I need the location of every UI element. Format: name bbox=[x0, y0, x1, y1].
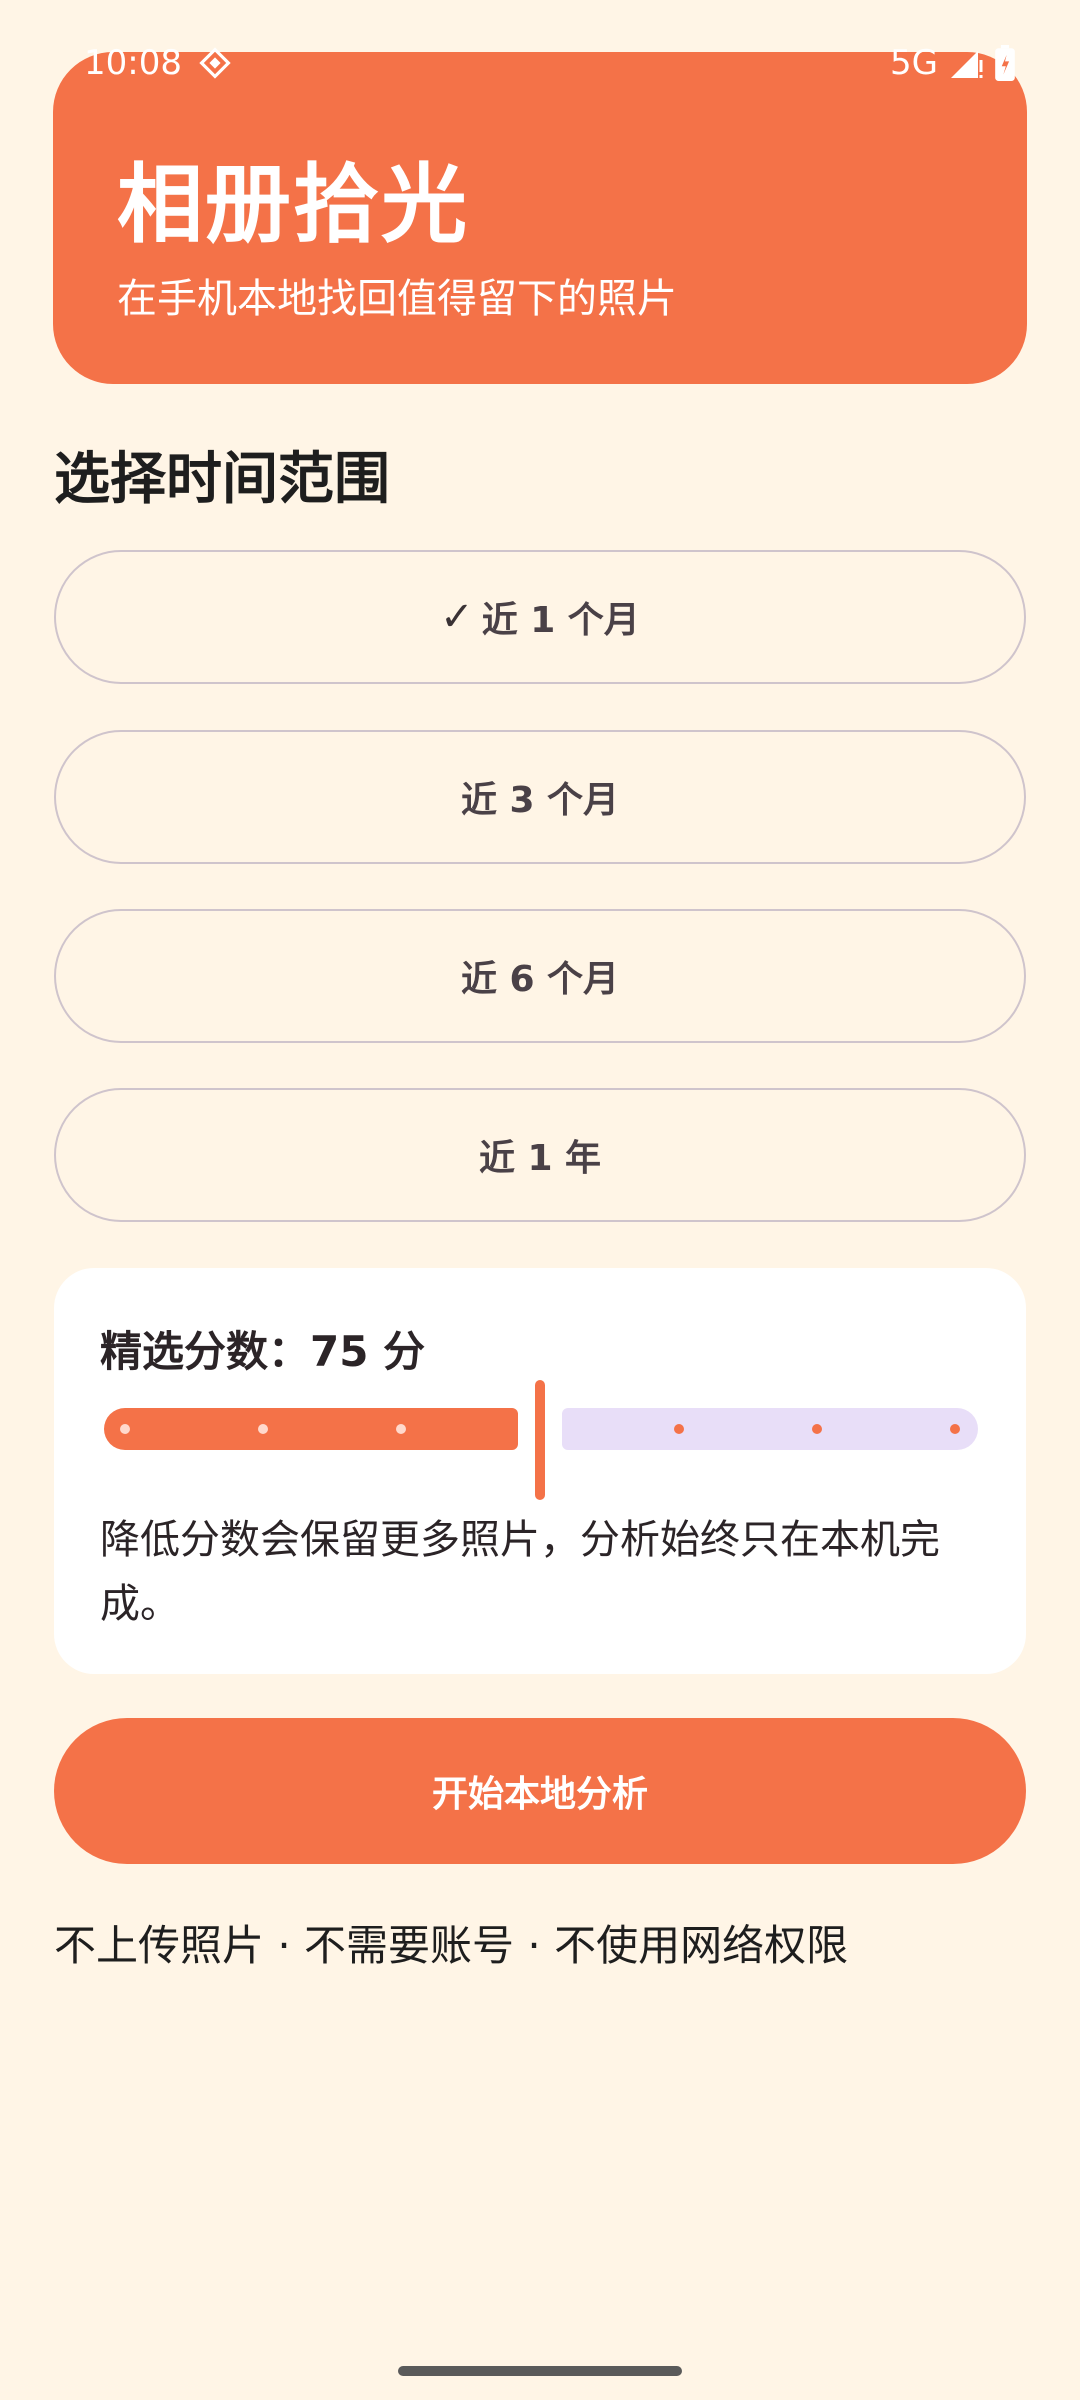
status-bar: 10:08 5G bbox=[84, 38, 1016, 88]
data-saver-icon bbox=[196, 44, 234, 82]
app-title: 相册拾光 bbox=[117, 155, 469, 255]
start-analysis-button[interactable]: 开始本地分析 bbox=[54, 1718, 1026, 1864]
range-option-1-year[interactable]: 近 1 年 bbox=[54, 1088, 1026, 1222]
header-card: 相册拾光 在手机本地找回值得留下的照片 bbox=[53, 52, 1027, 384]
score-card: 精选分数：75 分 降低分数会保留更多照片，分析始终只在本机完成。 bbox=[54, 1268, 1026, 1674]
range-section-title: 选择时间范围 bbox=[54, 447, 390, 512]
range-option-label: 近 1 个月 bbox=[481, 600, 640, 641]
score-description: 降低分数会保留更多照片，分析始终只在本机完成。 bbox=[100, 1517, 940, 1627]
slider-active-track bbox=[104, 1408, 518, 1450]
range-option-6-months[interactable]: 近 6 个月 bbox=[54, 909, 1026, 1043]
range-option-3-months[interactable]: 近 3 个月 bbox=[54, 730, 1026, 864]
slider-tick bbox=[674, 1424, 684, 1434]
slider-tick bbox=[812, 1424, 822, 1434]
app-subtitle: 在手机本地找回值得留下的照片 bbox=[117, 276, 677, 322]
range-option-label: 近 6 个月 bbox=[460, 959, 620, 1000]
slider-tick bbox=[396, 1424, 406, 1434]
home-indicator[interactable] bbox=[398, 2366, 682, 2376]
score-slider[interactable] bbox=[104, 1380, 978, 1500]
range-option-1-month[interactable]: ✓ 近 1 个月 bbox=[54, 550, 1026, 684]
privacy-note: 不上传照片 · 不需要账号 · 不使用网络权限 bbox=[54, 1921, 849, 1970]
range-option-label: 近 1 年 bbox=[478, 1138, 602, 1179]
signal-icon bbox=[948, 45, 984, 81]
slider-inactive-track bbox=[562, 1408, 978, 1450]
range-option-label: 近 3 个月 bbox=[460, 780, 620, 821]
slider-tick bbox=[950, 1424, 960, 1434]
battery-icon bbox=[994, 45, 1016, 81]
network-type: 5G bbox=[890, 43, 938, 83]
app-screen: 10:08 5G 相册拾光 在手机本地找回值得留下的照片 选择时间范围 ✓ 近 … bbox=[0, 0, 1080, 2400]
score-label: 精选分数：75 分 bbox=[100, 1327, 426, 1376]
slider-tick bbox=[258, 1424, 268, 1434]
slider-thumb[interactable] bbox=[535, 1380, 545, 1500]
check-icon: ✓ bbox=[440, 594, 474, 640]
status-time: 10:08 bbox=[84, 43, 182, 83]
slider-tick bbox=[120, 1424, 130, 1434]
